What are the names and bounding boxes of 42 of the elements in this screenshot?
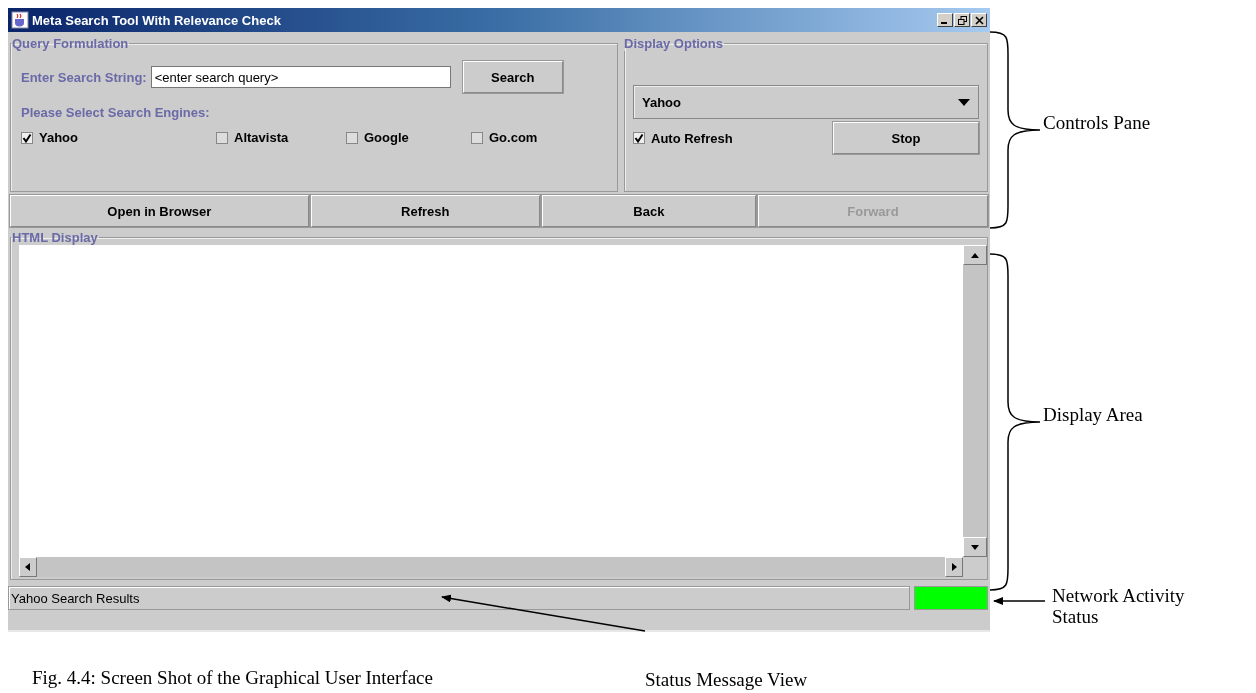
- close-button[interactable]: [971, 13, 987, 27]
- arrow-down-icon: [970, 542, 980, 552]
- checkbox-label: Auto Refresh: [651, 130, 733, 146]
- search-field[interactable]: <enter search query>: [150, 66, 451, 88]
- annotation-label: Display Area: [1043, 405, 1143, 426]
- nav-button[interactable]: Back: [541, 195, 756, 227]
- restore-button[interactable]: [954, 13, 970, 27]
- restore-icon: [957, 15, 967, 25]
- caret-icon: [958, 98, 970, 106]
- stop-button[interactable]: Stop: [833, 122, 979, 154]
- minimize-button[interactable]: [937, 13, 953, 27]
- horizontal-scrollbar[interactable]: [19, 557, 963, 577]
- app-icon: [11, 11, 29, 29]
- engines-label: Please Select Search Engines:: [21, 105, 211, 120]
- arrow-left-icon: [23, 562, 33, 572]
- checkbox-label: Yahoo: [39, 130, 78, 145]
- checkbox[interactable]: [633, 132, 645, 144]
- annotation-label: Status Message View: [645, 670, 808, 691]
- window-title: Meta Search Tool With Relevance Check: [32, 12, 282, 28]
- checkbox[interactable]: [471, 131, 483, 144]
- annotation-label: Controls Pane: [1043, 113, 1151, 134]
- vertical-scrollbar[interactable]: [963, 245, 987, 557]
- nav-button[interactable]: Open in Browser: [10, 195, 309, 227]
- panel-legend: Display Options: [623, 36, 724, 51]
- arrow-right-icon: [949, 562, 959, 572]
- figure-caption: Fig. 4.4: Screen Shot of the Graphical User Interface: [32, 668, 433, 689]
- checkbox[interactable]: [346, 131, 358, 144]
- engine-dropdown[interactable]: Yahoo: [633, 85, 979, 119]
- checkbox[interactable]: [216, 131, 228, 144]
- checkbox-label: Go.com: [489, 130, 538, 145]
- status-message: Yahoo Search Results: [8, 586, 910, 610]
- search-button[interactable]: Search: [462, 61, 563, 93]
- panel-legend: Query Formulation: [11, 36, 130, 51]
- pointer-arrow: [993, 597, 1046, 605]
- panel-legend: HTML Display: [11, 230, 99, 245]
- close-icon: [974, 15, 984, 25]
- annotation-label: Network Activity Status: [1052, 586, 1186, 628]
- nav-button[interactable]: Refresh: [310, 195, 540, 227]
- checkbox-label: Altavista: [234, 130, 289, 145]
- checkbox[interactable]: [21, 131, 33, 144]
- checkbox-label: Google: [364, 130, 409, 145]
- search-label: Enter Search String:: [21, 69, 147, 85]
